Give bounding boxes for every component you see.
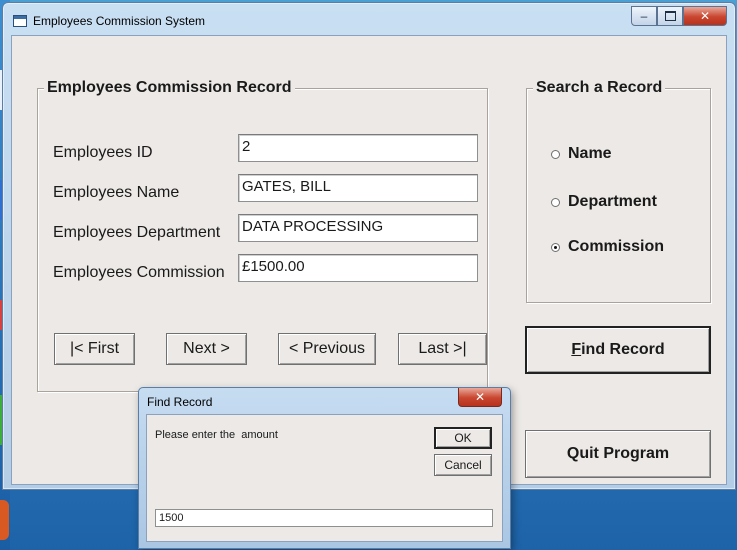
- amount-input[interactable]: 1500: [155, 509, 493, 527]
- find-record-label: ind Record: [581, 341, 665, 358]
- ok-button[interactable]: OK: [434, 427, 492, 449]
- search-by-department-radio[interactable]: Department: [551, 193, 657, 211]
- find-record-mnemonic: F: [571, 341, 582, 358]
- last-record-button[interactable]: Last >|: [398, 333, 487, 365]
- first-record-button[interactable]: |< First: [54, 333, 135, 365]
- employee-commission-label: Employees Commission: [53, 264, 225, 281]
- app-window-icon[interactable]: [13, 15, 27, 27]
- employee-id-label: Employees ID: [53, 144, 153, 161]
- employee-name-field[interactable]: GATES, BILL: [238, 174, 478, 202]
- search-by-department-label: Department: [568, 193, 657, 210]
- cancel-button[interactable]: Cancel: [434, 454, 492, 476]
- search-by-name-label: Name: [568, 145, 612, 162]
- dialog-title: Find Record: [147, 395, 213, 409]
- close-icon: ✕: [474, 390, 486, 404]
- search-by-name-radio[interactable]: Name: [551, 145, 612, 163]
- search-by-commission-radio[interactable]: Commission: [551, 238, 664, 256]
- radio-unchecked-icon: [551, 149, 560, 159]
- minimize-button[interactable]: –: [631, 6, 657, 26]
- search-by-commission-label: Commission: [568, 238, 665, 255]
- close-icon: ✕: [699, 9, 711, 23]
- close-button[interactable]: ✕: [683, 6, 727, 26]
- desktop-icon[interactable]: [0, 500, 9, 540]
- employee-id-field[interactable]: 2: [238, 134, 478, 162]
- minimize-icon: –: [640, 9, 648, 23]
- dialog-client-area: Please enter the amount OK Cancel 1500: [146, 414, 503, 542]
- radio-checked-icon: [551, 242, 560, 252]
- dialog-close-button[interactable]: ✕: [458, 388, 502, 407]
- title-bar[interactable]: Employees Commission System – ✕: [3, 3, 735, 35]
- window-title: Employees Commission System: [33, 14, 206, 28]
- employee-commission-field[interactable]: £1500.00: [238, 254, 478, 282]
- next-record-button[interactable]: Next >: [166, 333, 247, 365]
- employee-department-label: Employees Department: [53, 224, 221, 241]
- record-group-label: Employees Commission Record: [44, 79, 295, 97]
- employee-name-label: Employees Name: [53, 184, 180, 201]
- previous-record-button[interactable]: < Previous: [278, 333, 376, 365]
- maximize-icon: [664, 11, 676, 21]
- search-group-label: Search a Record: [533, 79, 666, 97]
- find-record-button[interactable]: Find Record: [525, 326, 711, 374]
- quit-program-button[interactable]: Quit Program: [525, 430, 711, 478]
- dialog-prompt: Please enter the amount: [155, 429, 278, 441]
- find-record-dialog: Find Record ✕ Please enter the amount OK…: [138, 387, 511, 549]
- employee-department-field[interactable]: DATA PROCESSING: [238, 214, 478, 242]
- radio-unchecked-icon: [551, 197, 560, 207]
- maximize-button[interactable]: [657, 6, 683, 26]
- window-controls: – ✕: [631, 6, 727, 28]
